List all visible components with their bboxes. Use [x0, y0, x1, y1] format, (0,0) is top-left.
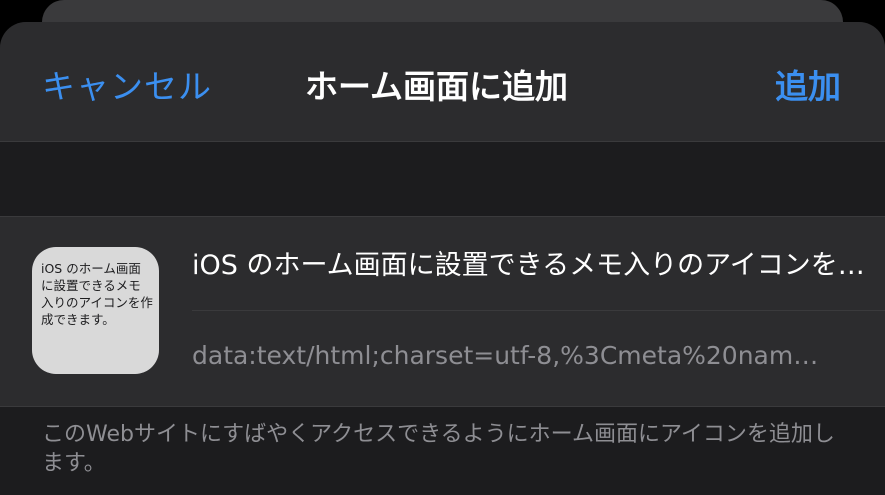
add-to-home-screen-sheet: キャンセル ホーム画面に追加 追加 iOS のホーム画面に設置できるメモ入りのア… — [0, 22, 885, 495]
description-footnote: このWebサイトにすばやくアクセスできるようにホーム画面にアイコンを追加します。 — [42, 422, 835, 476]
title-input-text[interactable]: iOS のホーム画面に設置できるメモ入りのアイコンを作成できます。 — [192, 243, 867, 282]
url-text: data:text/html;charset=utf-8,%3Cmeta%20n… — [192, 341, 832, 370]
navigation-bar: キャンセル ホーム画面に追加 追加 — [0, 22, 885, 142]
screen: キャンセル ホーム画面に追加 追加 iOS のホーム画面に設置できるメモ入りのア… — [0, 0, 885, 495]
cancel-button[interactable]: キャンセル — [42, 60, 212, 108]
page-title: ホーム画面に追加 — [305, 67, 569, 106]
title-field[interactable]: iOS のホーム画面に設置できるメモ入りのアイコンを作成できます。 — [192, 239, 885, 311]
bookmark-card: iOS のホーム画面に設置できるメモ入りのアイコンを作成できます。 iOS のホ… — [0, 216, 885, 407]
add-button[interactable]: 追加 — [775, 60, 841, 108]
app-icon-preview: iOS のホーム画面に設置できるメモ入りのアイコンを作成できます。 — [32, 247, 159, 374]
